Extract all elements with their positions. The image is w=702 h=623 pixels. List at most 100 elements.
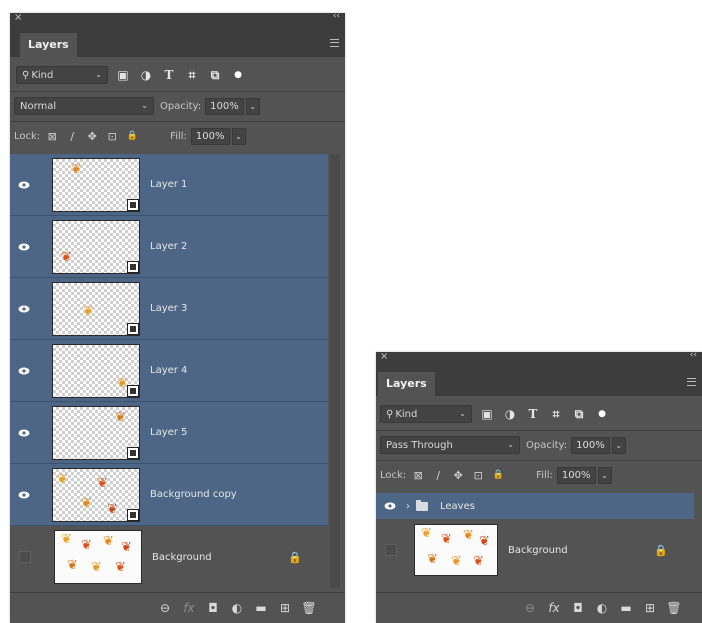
panel-footer: ⊖ fx ◘ ◐ ▬ ⊞ 🗑 bbox=[10, 592, 345, 623]
lock-artboard-icon[interactable]: ⊡ bbox=[104, 128, 120, 144]
layer-row-5[interactable]: ❦ Layer 5 bbox=[10, 402, 328, 464]
blend-mode-value: Normal bbox=[20, 100, 57, 112]
smart-object-badge-icon bbox=[127, 260, 139, 273]
collapse-icon[interactable]: ‹‹ bbox=[690, 352, 697, 360]
adjustment-filter-icon[interactable]: ◑ bbox=[137, 66, 155, 84]
trash-icon[interactable]: 🗑 bbox=[662, 601, 686, 615]
visibility-toggle[interactable] bbox=[19, 551, 31, 563]
adjustment-layer-icon[interactable]: ◐ bbox=[590, 601, 614, 615]
layer-row-3[interactable]: ❦ Layer 3 bbox=[10, 278, 328, 340]
folder-icon[interactable]: ▬ bbox=[614, 601, 638, 615]
smart-object-badge-icon bbox=[127, 446, 139, 459]
fill-slider-toggle[interactable]: ⌄ bbox=[231, 127, 246, 145]
layer-row-4[interactable]: ❦ Layer 4 bbox=[10, 340, 328, 402]
opacity-slider-toggle[interactable]: ⌄ bbox=[245, 97, 260, 115]
lock-position-icon[interactable]: ✥ bbox=[450, 467, 466, 483]
leaf-icon: ❦ bbox=[83, 303, 94, 319]
layer-thumbnail: ❦ ❦ ❦ ❦ ❦ ❦ ❦ bbox=[54, 530, 142, 584]
layer-name[interactable]: Layer 1 bbox=[150, 179, 187, 190]
shape-filter-icon[interactable]: ⌗ bbox=[183, 66, 201, 84]
eye-icon[interactable] bbox=[10, 305, 38, 313]
layer-group-leaves[interactable]: › Leaves bbox=[376, 493, 694, 519]
layer-thumbnail: ❦ bbox=[52, 405, 140, 460]
mask-icon[interactable]: ◘ bbox=[566, 601, 590, 615]
eye-icon[interactable] bbox=[10, 181, 38, 189]
group-name[interactable]: Leaves bbox=[440, 501, 475, 512]
fx-icon[interactable]: fx bbox=[177, 601, 201, 615]
adjustment-layer-icon[interactable]: ◐ bbox=[225, 601, 249, 615]
filter-toggle-icon[interactable]: ● bbox=[229, 66, 247, 84]
link-icon[interactable]: ⊖ bbox=[518, 601, 542, 615]
new-layer-icon[interactable]: ⊞ bbox=[273, 601, 297, 615]
lock-transparent-icon[interactable]: ⊠ bbox=[44, 128, 60, 144]
layer-row-background[interactable]: ❦ ❦ ❦ ❦ ❦ ❦ ❦ Background 🔒 bbox=[10, 526, 328, 588]
layer-name[interactable]: Background bbox=[152, 552, 212, 563]
new-layer-icon[interactable]: ⊞ bbox=[638, 601, 662, 615]
eye-icon[interactable] bbox=[376, 502, 404, 510]
lock-paint-icon[interactable]: ∕ bbox=[430, 467, 446, 483]
blend-mode-dropdown[interactable]: Normal ⌄ bbox=[14, 97, 154, 115]
layer-name[interactable]: Layer 3 bbox=[150, 303, 187, 314]
smart-object-filter-icon[interactable]: ⧉ bbox=[206, 66, 224, 84]
lock-icon[interactable]: 🔒 bbox=[288, 551, 302, 564]
lock-all-icon[interactable]: 🔒 bbox=[490, 467, 506, 483]
panel-footer: ⊖ fx ◘ ◐ ▬ ⊞ 🗑 bbox=[376, 592, 702, 623]
eye-icon[interactable] bbox=[10, 429, 38, 437]
opacity-input[interactable]: 100% bbox=[205, 97, 244, 115]
image-filter-icon[interactable]: ▣ bbox=[478, 405, 496, 423]
visibility-toggle[interactable] bbox=[385, 544, 397, 556]
adjustment-filter-icon[interactable]: ◑ bbox=[501, 405, 519, 423]
panel-menu-icon[interactable] bbox=[687, 378, 696, 386]
type-filter-icon[interactable]: T bbox=[524, 405, 542, 423]
smart-object-filter-icon[interactable]: ⧉ bbox=[570, 405, 588, 423]
filter-toggle-icon[interactable]: ● bbox=[593, 405, 611, 423]
lock-position-icon[interactable]: ✥ bbox=[84, 128, 100, 144]
lock-icon[interactable]: 🔒 bbox=[654, 544, 668, 557]
filter-kind-dropdown[interactable]: ⚲ Kind ⌄ bbox=[16, 66, 108, 84]
lock-artboard-icon[interactable]: ⊡ bbox=[470, 467, 486, 483]
eye-icon[interactable] bbox=[10, 367, 38, 375]
mask-icon[interactable]: ◘ bbox=[201, 601, 225, 615]
layer-row-2[interactable]: ❦ Layer 2 bbox=[10, 216, 328, 278]
fill-slider-toggle[interactable]: ⌄ bbox=[597, 466, 612, 484]
layer-name[interactable]: Background bbox=[508, 545, 568, 556]
layer-name[interactable]: Layer 4 bbox=[150, 365, 187, 376]
layer-name[interactable]: Layer 2 bbox=[150, 241, 187, 252]
layer-name[interactable]: Layer 5 bbox=[150, 427, 187, 438]
chevron-right-icon[interactable]: › bbox=[406, 501, 410, 512]
blend-row: Pass Through ⌄ Opacity: 100% ⌄ bbox=[376, 431, 702, 459]
layer-row-background[interactable]: ❦ ❦ ❦ ❦ ❦ ❦ ❦ Background 🔒 bbox=[376, 520, 694, 580]
layer-row-1[interactable]: ❦ Layer 1 bbox=[10, 154, 328, 216]
image-filter-icon[interactable]: ▣ bbox=[114, 66, 132, 84]
panel-menu-icon[interactable] bbox=[330, 39, 339, 47]
layer-name[interactable]: Background copy bbox=[150, 489, 237, 500]
fill-input[interactable]: 100% bbox=[556, 466, 596, 484]
lock-transparent-icon[interactable]: ⊠ bbox=[410, 467, 426, 483]
trash-icon[interactable]: 🗑 bbox=[297, 601, 321, 615]
folder-icon[interactable]: ▬ bbox=[249, 601, 273, 615]
eye-icon[interactable] bbox=[10, 243, 38, 251]
scrollbar[interactable] bbox=[330, 154, 340, 588]
fx-icon[interactable]: fx bbox=[542, 601, 566, 615]
lock-all-icon[interactable]: 🔒 bbox=[124, 128, 140, 144]
fill-label: Fill: bbox=[536, 469, 553, 481]
lock-label: Lock: bbox=[14, 130, 41, 142]
collapse-icon[interactable]: ‹‹ bbox=[333, 13, 340, 21]
tab-layers[interactable]: Layers bbox=[378, 372, 435, 396]
opacity-slider-toggle[interactable]: ⌄ bbox=[611, 436, 626, 454]
filter-row: ⚲ Kind ⌄ ▣ ◑ T ⌗ ⧉ ● bbox=[10, 61, 345, 89]
close-icon[interactable]: × bbox=[380, 352, 388, 362]
filter-kind-dropdown[interactable]: ⚲ Kind ⌄ bbox=[380, 405, 472, 423]
type-filter-icon[interactable]: T bbox=[160, 66, 178, 84]
close-icon[interactable]: × bbox=[14, 13, 22, 23]
link-icon[interactable]: ⊖ bbox=[153, 601, 177, 615]
tab-layers[interactable]: Layers bbox=[20, 33, 77, 57]
shape-filter-icon[interactable]: ⌗ bbox=[547, 405, 565, 423]
filter-kind-value: Kind bbox=[395, 408, 418, 420]
lock-paint-icon[interactable]: ∕ bbox=[64, 128, 80, 144]
opacity-input[interactable]: 100% bbox=[571, 436, 610, 454]
fill-input[interactable]: 100% bbox=[190, 127, 230, 145]
blend-mode-dropdown[interactable]: Pass Through ⌄ bbox=[380, 436, 520, 454]
eye-icon[interactable] bbox=[10, 491, 38, 499]
layer-row-background-copy[interactable]: ❦ ❦ ❦ ❦ Background copy bbox=[10, 464, 328, 526]
